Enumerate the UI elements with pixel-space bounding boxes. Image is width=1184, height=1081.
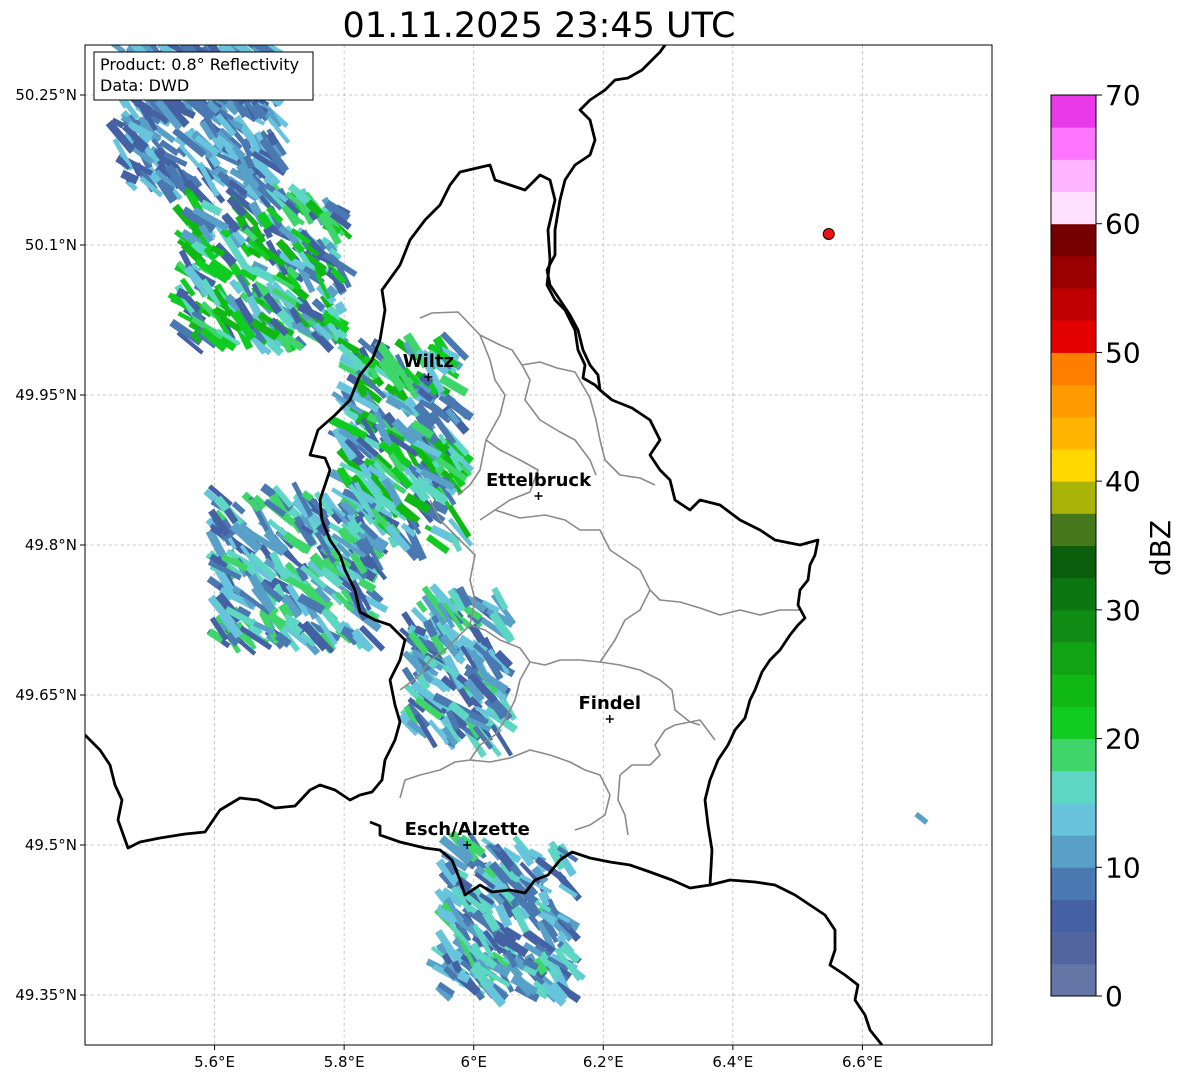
colorbar-segment	[1051, 448, 1096, 482]
colorbar-tick-label: 10	[1105, 851, 1141, 884]
colorbar-segment	[1051, 674, 1096, 707]
colorbar-tick-label: 70	[1105, 79, 1141, 112]
colorbar-segment	[1051, 159, 1096, 193]
colorbar-segment	[1051, 513, 1096, 546]
colorbar-segment	[1051, 384, 1096, 418]
colorbar-segment	[1051, 255, 1096, 289]
y-tick-label: 50.25°N	[15, 86, 77, 104]
y-tick-label: 49.35°N	[15, 986, 77, 1004]
y-tick-label: 49.65°N	[15, 686, 77, 704]
x-tick-label: 6.4°E	[712, 1053, 753, 1071]
colorbar-segment	[1051, 802, 1096, 836]
info-box: Product: 0.8° Reflectivity Data: DWD	[93, 51, 314, 101]
colorbar-segment	[1051, 867, 1096, 900]
x-tick-label: 6°E	[460, 1053, 487, 1071]
colorbar-segment	[1051, 642, 1096, 675]
colorbar-segments	[1051, 95, 1096, 997]
colorbar-segment	[1051, 352, 1096, 386]
colorbar-segment	[1051, 738, 1096, 772]
colorbar-tick-label: 0	[1105, 980, 1123, 1013]
city-label: Wiltz	[403, 351, 454, 372]
colorbar-tick-label: 60	[1105, 208, 1141, 241]
info-data-source: Data: DWD	[100, 76, 189, 95]
colorbar-segment	[1051, 191, 1096, 225]
colorbar-segment	[1051, 223, 1096, 257]
city-label: Esch/Alzette	[405, 819, 530, 840]
colorbar-segment	[1051, 127, 1096, 160]
colorbar-segment	[1051, 545, 1096, 579]
colorbar-segment	[1051, 963, 1096, 997]
colorbar-label: dBZ	[1144, 520, 1177, 576]
colorbar-segment	[1051, 95, 1096, 128]
colorbar-segment	[1051, 416, 1096, 450]
x-tick-label: 6.2°E	[583, 1053, 624, 1071]
colorbar-segment	[1051, 899, 1096, 933]
figure-title: 01.11.2025 23:45 UTC	[343, 6, 736, 46]
radar-site-marker	[822, 228, 835, 240]
info-product: Product: 0.8° Reflectivity	[100, 55, 299, 74]
x-tick-label: 5.8°E	[324, 1053, 365, 1071]
city-label: Ettelbruck	[486, 470, 592, 491]
colorbar-ticks: 0 10 20 30 40 50 60 70	[1096, 79, 1141, 1013]
colorbar-segment	[1051, 481, 1096, 514]
colorbar-tick-label: 30	[1105, 594, 1141, 627]
y-tick-label: 49.95°N	[15, 386, 77, 404]
y-tick-label: 49.5°N	[25, 836, 77, 854]
radar-figure: 01.11.2025 23:45 UTC WiltzEttelbruckFind…	[15, 6, 1177, 1071]
colorbar-segment	[1051, 577, 1096, 611]
colorbar-segment	[1051, 706, 1096, 740]
colorbar-segment	[1051, 931, 1096, 965]
colorbar-segment	[1051, 288, 1096, 321]
colorbar-segment	[1051, 770, 1096, 804]
y-tick-label: 49.8°N	[25, 536, 77, 554]
y-tick-label: 50.1°N	[25, 236, 77, 254]
colorbar-segment	[1051, 835, 1096, 868]
colorbar-tick-label: 50	[1105, 336, 1141, 369]
colorbar-tick-label: 20	[1105, 723, 1141, 756]
city-label: Findel	[578, 693, 641, 714]
colorbar-tick-label: 40	[1105, 465, 1141, 498]
colorbar-segment	[1051, 609, 1096, 643]
x-tick-label: 5.6°E	[194, 1053, 235, 1071]
colorbar: 0 10 20 30 40 50 60 70 dBZ	[1050, 79, 1177, 1013]
x-tick-label: 6.6°E	[842, 1053, 883, 1071]
colorbar-segment	[1051, 320, 1096, 353]
